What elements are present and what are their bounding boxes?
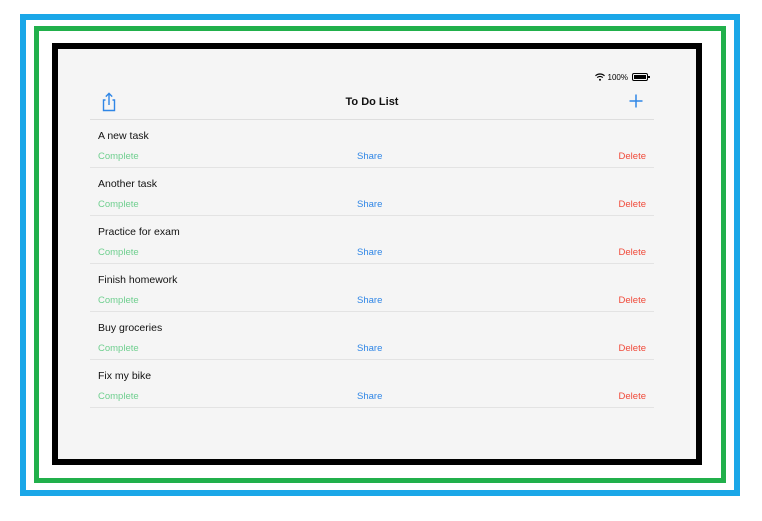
complete-button[interactable]: Complete xyxy=(98,247,139,258)
device-screen: 100% To Do List A new task Complete Shar… xyxy=(58,49,696,459)
share-button[interactable]: Share xyxy=(357,199,382,210)
list-item: Buy groceries Complete Share Delete xyxy=(90,312,654,360)
task-title: Fix my bike xyxy=(98,370,152,382)
delete-button[interactable]: Delete xyxy=(619,391,646,402)
delete-button[interactable]: Delete xyxy=(619,199,646,210)
task-title: Another task xyxy=(98,178,157,190)
share-button[interactable]: Share xyxy=(357,151,382,162)
navigation-bar: To Do List xyxy=(90,87,654,120)
share-button[interactable]: Share xyxy=(357,247,382,258)
list-item: Fix my bike Complete Share Delete xyxy=(90,360,654,408)
task-title: A new task xyxy=(98,130,149,142)
delete-button[interactable]: Delete xyxy=(619,343,646,354)
share-button[interactable]: Share xyxy=(357,343,382,354)
status-bar: 100% xyxy=(594,71,650,83)
complete-button[interactable]: Complete xyxy=(98,391,139,402)
share-button[interactable]: Share xyxy=(357,391,382,402)
list-item: A new task Complete Share Delete xyxy=(90,120,654,168)
delete-button[interactable]: Delete xyxy=(619,151,646,162)
battery-icon xyxy=(632,73,650,81)
task-list: A new task Complete Share Delete Another… xyxy=(90,120,654,408)
wifi-icon xyxy=(594,73,605,81)
task-title: Practice for exam xyxy=(98,226,180,238)
task-title: Finish homework xyxy=(98,274,178,286)
battery-percentage: 100% xyxy=(607,72,628,82)
delete-button[interactable]: Delete xyxy=(619,247,646,258)
share-button[interactable]: Share xyxy=(357,295,382,306)
delete-button[interactable]: Delete xyxy=(619,295,646,306)
task-title: Buy groceries xyxy=(98,322,163,334)
complete-button[interactable]: Complete xyxy=(98,151,139,162)
complete-button[interactable]: Complete xyxy=(98,343,139,354)
list-item: Practice for exam Complete Share Delete xyxy=(90,216,654,264)
complete-button[interactable]: Complete xyxy=(98,295,139,306)
page-title: To Do List xyxy=(345,96,399,108)
plus-icon[interactable] xyxy=(628,93,644,109)
complete-button[interactable]: Complete xyxy=(98,199,139,210)
list-item: Another task Complete Share Delete xyxy=(90,168,654,216)
list-item: Finish homework Complete Share Delete xyxy=(90,264,654,312)
